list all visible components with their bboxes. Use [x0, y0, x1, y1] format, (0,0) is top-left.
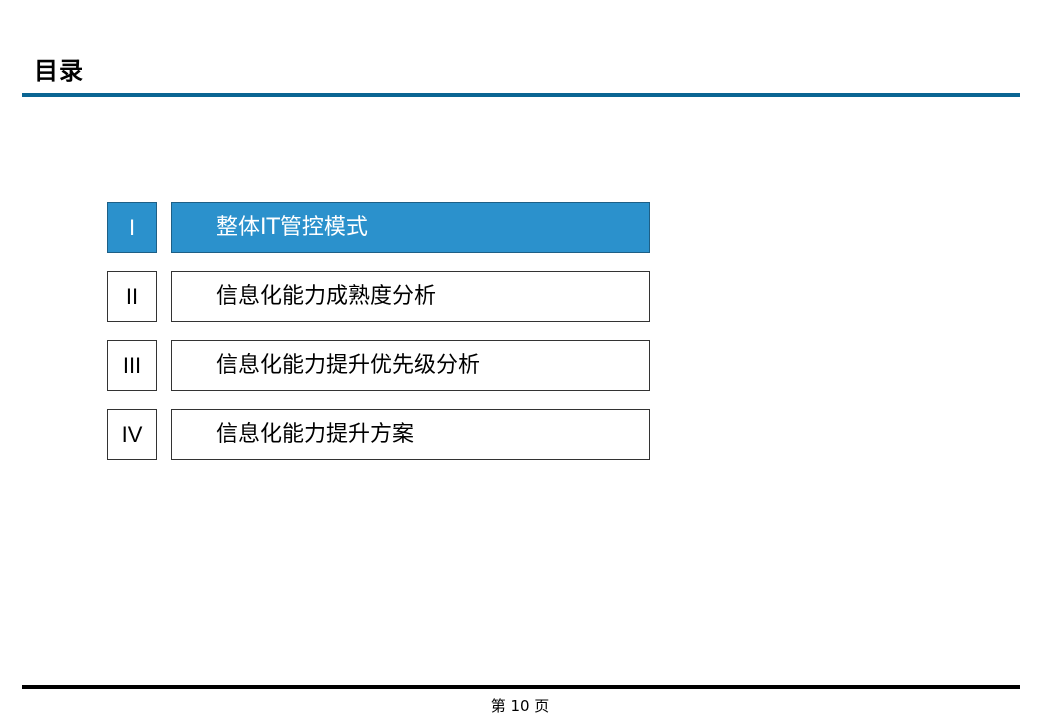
- page-title: 目录: [34, 57, 84, 85]
- toc-item-1[interactable]: I 整体IT管控模式: [107, 202, 650, 253]
- toc-numeral: I: [107, 202, 157, 253]
- page-number: 第 10 页: [490, 697, 550, 715]
- toc-label: 信息化能力成熟度分析: [216, 284, 437, 309]
- toc-item-4[interactable]: IV 信息化能力提升方案: [107, 409, 650, 460]
- toc-label-box: 整体IT管控模式: [171, 202, 650, 253]
- toc-numeral: IV: [107, 409, 157, 460]
- toc-numeral: III: [107, 340, 157, 391]
- toc-label-box: 信息化能力提升方案: [171, 409, 650, 460]
- toc-label: 整体IT管控模式: [216, 215, 368, 240]
- toc-label: 信息化能力提升方案: [216, 422, 415, 447]
- table-of-contents: I 整体IT管控模式 II 信息化能力成熟度分析 III 信息化能力提升优先级分…: [107, 202, 650, 478]
- toc-item-2[interactable]: II 信息化能力成熟度分析: [107, 271, 650, 322]
- footer-divider: [22, 685, 1020, 689]
- toc-item-3[interactable]: III 信息化能力提升优先级分析: [107, 340, 650, 391]
- toc-label-box: 信息化能力提升优先级分析: [171, 340, 650, 391]
- toc-label-box: 信息化能力成熟度分析: [171, 271, 650, 322]
- title-divider: [22, 93, 1020, 97]
- toc-label: 信息化能力提升优先级分析: [216, 353, 481, 378]
- toc-numeral: II: [107, 271, 157, 322]
